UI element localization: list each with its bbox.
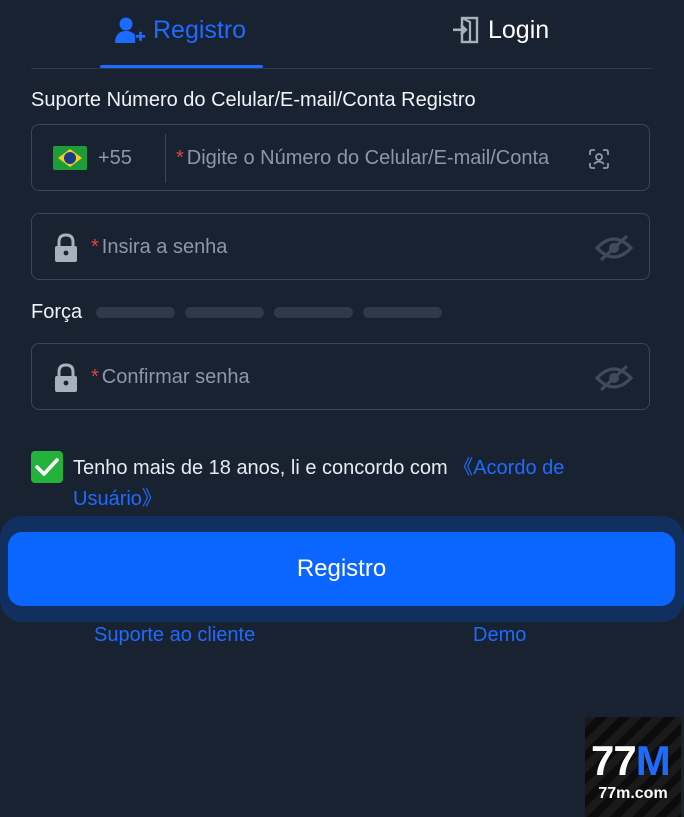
tab-register-label: Registro: [153, 15, 247, 44]
section-label: Suporte Número do Celular/E-mail/Conta R…: [31, 89, 476, 111]
eye-off-icon[interactable]: [595, 234, 633, 262]
face-scan-icon[interactable]: [589, 149, 609, 169]
agreement-statement: Tenho mais de 18 anos, li e concordo com: [73, 457, 454, 479]
strength-bar: [274, 307, 353, 318]
confirm-placeholder[interactable]: * Confirmar senha: [91, 366, 250, 389]
demo-link[interactable]: Demo: [473, 624, 526, 647]
password-placeholder-text: Insira a senha: [101, 236, 228, 258]
lock-icon: [55, 363, 77, 392]
tab-login[interactable]: Login: [452, 12, 549, 48]
logo-mark: 77M: [591, 737, 671, 785]
tab-register[interactable]: Registro: [115, 12, 246, 48]
add-user-icon: [115, 17, 145, 43]
agreement-checkbox[interactable]: [31, 451, 63, 483]
active-tab-indicator: [100, 65, 263, 68]
logo-letter: M: [635, 737, 671, 784]
eye-off-icon[interactable]: [595, 364, 633, 392]
country-code[interactable]: +55: [98, 147, 132, 170]
lock-icon: [55, 233, 77, 262]
required-mark: *: [91, 236, 99, 258]
account-placeholder[interactable]: * Digite o Número do Celular/E-mail/Conta: [176, 147, 549, 170]
customer-support-link[interactable]: Suporte ao cliente: [94, 624, 255, 647]
logo-number: 77: [591, 737, 637, 784]
tabs-divider: [31, 68, 652, 69]
strength-bar: [96, 307, 175, 318]
required-mark: *: [91, 366, 99, 388]
password-field[interactable]: * Insira a senha: [31, 213, 650, 280]
check-icon: [35, 458, 59, 476]
login-door-icon: [453, 16, 479, 44]
confirm-placeholder-text: Confirmar senha: [101, 366, 250, 388]
agreement-text: Tenho mais de 18 anos, li e concordo com…: [73, 453, 633, 515]
tab-login-label: Login: [488, 15, 550, 44]
password-placeholder[interactable]: * Insira a senha: [91, 236, 227, 259]
auth-tabs: Registro Login: [0, 0, 684, 70]
brand-logo: 77M 77m.com: [585, 717, 681, 817]
field-divider: [165, 134, 166, 183]
logo-domain: 77m.com: [598, 785, 668, 802]
strength-bar: [185, 307, 264, 318]
brazil-flag-icon[interactable]: [53, 146, 87, 170]
required-mark: *: [176, 147, 184, 169]
account-placeholder-text: Digite o Número do Celular/E-mail/Conta: [186, 147, 550, 169]
strength-label: Força: [31, 301, 83, 323]
account-field[interactable]: +55 * Digite o Número do Celular/E-mail/C…: [31, 124, 650, 191]
confirm-password-field[interactable]: * Confirmar senha: [31, 343, 650, 410]
strength-bar: [363, 307, 442, 318]
register-button[interactable]: Registro: [8, 532, 675, 606]
